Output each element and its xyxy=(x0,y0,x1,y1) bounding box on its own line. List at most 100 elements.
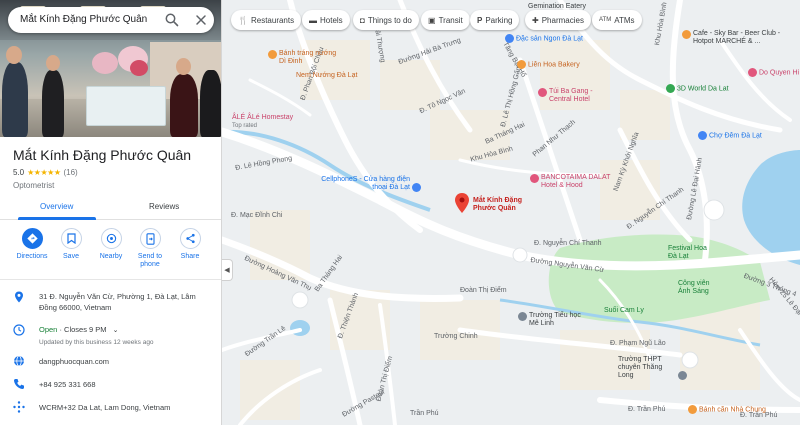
hotel-pin-icon xyxy=(530,174,539,183)
poi-bakery[interactable]: Liên Hoa Bakery xyxy=(517,60,580,69)
poi-label: Công viên Ánh Sáng xyxy=(678,280,710,295)
chip-pharmacies[interactable]: ✚ Pharmacies xyxy=(525,10,591,30)
poi-hotel[interactable]: BANCOTAIMA DALAT Hotel & Hood xyxy=(530,174,619,190)
poi-label-area: Trường Chinh xyxy=(434,333,478,341)
plus-code-text: WCRM+32 Da Lat, Lam Dong, Vietnam xyxy=(39,403,171,412)
poi-label: Bánh căn Nhà Chung xyxy=(699,406,766,414)
chip-transit[interactable]: ▣ Transit xyxy=(421,10,470,30)
poi-label: Trường Tiểu học Mê Linh xyxy=(529,312,581,327)
chip-label: Pharmacies xyxy=(541,15,584,25)
photo-person xyxy=(170,74,198,137)
chip-atms[interactable]: ATM ATMs xyxy=(592,10,642,30)
poi-restaurant[interactable]: Bánh căn Nhà Chung xyxy=(688,405,766,414)
action-label: Send to phone xyxy=(137,253,163,268)
poi-park[interactable]: Công viên Ánh Sáng xyxy=(678,280,722,296)
search-box[interactable]: Mắt Kính Đặng Phước Quân xyxy=(8,7,214,33)
tab-reviews[interactable]: Reviews xyxy=(149,202,179,211)
photo-flowers xyxy=(130,60,148,76)
poi-shop[interactable]: CellphoneS - Cửa hàng điện thoại Đà Lạt xyxy=(308,176,423,192)
share-button[interactable]: Share xyxy=(170,228,210,261)
chip-label: Restaurants xyxy=(250,15,295,25)
rating-row[interactable]: 5.0 ★★★★★ (16) xyxy=(13,168,78,177)
website-text: dangphuocquan.com xyxy=(39,357,110,366)
poi-market[interactable]: Chợ Đêm Đà Lạt xyxy=(698,131,762,140)
place-category[interactable]: Optometrist xyxy=(13,181,54,190)
divider xyxy=(0,279,221,280)
save-button[interactable]: Save xyxy=(51,228,91,261)
share-icon xyxy=(179,228,201,249)
place-tabs: Overview Reviews xyxy=(0,196,221,220)
nearby-button[interactable]: Nearby xyxy=(91,228,131,261)
chip-hotels[interactable]: ▬ Hotels xyxy=(302,10,350,30)
poi-restaurant[interactable]: Bánh tráng nướng Dì Đinh xyxy=(268,50,337,66)
shop-pin-icon xyxy=(505,34,514,43)
poi-attraction[interactable]: 3D World Da Lat xyxy=(666,84,729,93)
close-icon[interactable] xyxy=(193,12,209,28)
place-marker-label: Mắt Kính Đặng Phước Quân xyxy=(473,197,535,213)
poi-school[interactable]: Trường THPT chuyên Thăng Long xyxy=(618,356,689,380)
parking-icon: P xyxy=(477,15,483,25)
nearby-icon xyxy=(100,228,122,249)
photo-person-head xyxy=(46,55,60,71)
hotel-pin-icon xyxy=(538,88,547,97)
chip-things-to-do[interactable]: ◘ Things to do xyxy=(353,10,419,30)
chip-label: Parking xyxy=(485,15,513,25)
shop-pin-icon xyxy=(411,182,421,192)
poi-hotel[interactable]: Túi Ba Gang - Central Hotel xyxy=(538,88,599,104)
phone-icon xyxy=(14,379,24,389)
location-pin-icon xyxy=(15,291,23,303)
collapse-panel-button[interactable]: ◀ xyxy=(222,259,233,281)
photo-person xyxy=(200,70,221,137)
poi-restaurant[interactable]: Nem Nướng Đà Lạt xyxy=(296,72,357,80)
tab-overview[interactable]: Overview xyxy=(40,202,73,211)
poi-school[interactable]: Trường Tiểu học Mê Linh xyxy=(518,312,583,328)
place-marker[interactable] xyxy=(455,193,469,218)
poi-label: Đặc sản Ngon Đà Lạt xyxy=(516,35,583,43)
bed-icon: ▬ xyxy=(309,15,317,25)
search-input[interactable]: Mắt Kính Đặng Phước Quân xyxy=(20,14,147,25)
clock-icon xyxy=(13,324,25,336)
action-label: Share xyxy=(180,253,200,260)
fork-knife-icon: 🍴 xyxy=(238,15,248,25)
restaurant-pin-icon xyxy=(268,50,277,59)
school-pin-icon xyxy=(518,312,527,321)
poi-hotel[interactable]: Do Quyen Hi xyxy=(748,68,799,77)
poi-shop[interactable]: Đặc sản Ngon Đà Lạt xyxy=(505,34,583,43)
chip-label: Things to do xyxy=(367,15,412,25)
restaurant-pin-icon xyxy=(688,405,697,414)
hours-text: Open · Closes 9 PM ⌄ Updated by this bus… xyxy=(39,324,209,348)
bakery-pin-icon xyxy=(517,60,526,69)
send-to-phone-button[interactable]: Send to phone xyxy=(130,228,170,269)
poi-label: Trường THPT chuyên Thăng Long xyxy=(618,356,663,379)
poi-label: Gemination Eatery xyxy=(528,3,586,10)
plus-code-row[interactable]: WCRM+32 Da Lat, Lam Dong, Vietnam xyxy=(0,401,221,415)
search-icon[interactable] xyxy=(164,12,180,28)
poi-park[interactable]: Festival Hoa Đà Lạt xyxy=(668,245,712,261)
poi-label: Do Quyen Hi xyxy=(759,69,800,77)
directions-button[interactable]: Directions xyxy=(12,228,52,261)
send-to-phone-icon xyxy=(139,228,161,249)
camera-icon: ◘ xyxy=(360,15,365,25)
poi-label: Túi Ba Gang - Central Hotel xyxy=(549,88,593,103)
hours-row[interactable]: Open · Closes 9 PM ⌄ Updated by this bus… xyxy=(0,324,221,348)
street-label: Đ. Mạc Đĩnh Chi xyxy=(231,212,283,219)
chip-restaurants[interactable]: 🍴 Restaurants xyxy=(231,10,302,30)
poi-cafe[interactable]: Cafe - Sky Bar - Beer Club - Hotpot MARC… xyxy=(682,30,793,46)
street-label: Đ. Trần Phú xyxy=(628,406,666,413)
poi-landmark[interactable]: Suối Cam Ly xyxy=(604,307,644,315)
poi-label: Nem Nướng Đà Lạt xyxy=(296,72,358,79)
action-buttons: Directions Save Nearby Send to phone Sha… xyxy=(0,228,221,272)
bus-icon: ▣ xyxy=(428,15,436,25)
plus-code-icon xyxy=(13,401,25,413)
atm-icon: ATM xyxy=(599,17,612,23)
phone-row[interactable]: +84 925 331 668 xyxy=(0,378,221,392)
address-row[interactable]: 31 Đ. Nguyễn Văn Cừ, Phường 1, Đà Lạt, L… xyxy=(0,291,221,317)
review-count[interactable]: (16) xyxy=(63,168,77,177)
poi-homestay[interactable]: ÂLÉ ÂLé Homestay Top rated xyxy=(232,114,293,130)
place-title: Mắt Kính Đặng Phước Quân xyxy=(13,147,192,163)
chip-parking[interactable]: P Parking xyxy=(470,10,520,30)
website-row[interactable]: dangphuocquan.com xyxy=(0,355,221,369)
chip-label: Hotels xyxy=(320,15,343,25)
chevron-down-icon[interactable]: ⌄ xyxy=(113,327,119,334)
poi-label: CellphoneS - Cửa hàng điện thoại Đà Lạt xyxy=(321,176,410,191)
